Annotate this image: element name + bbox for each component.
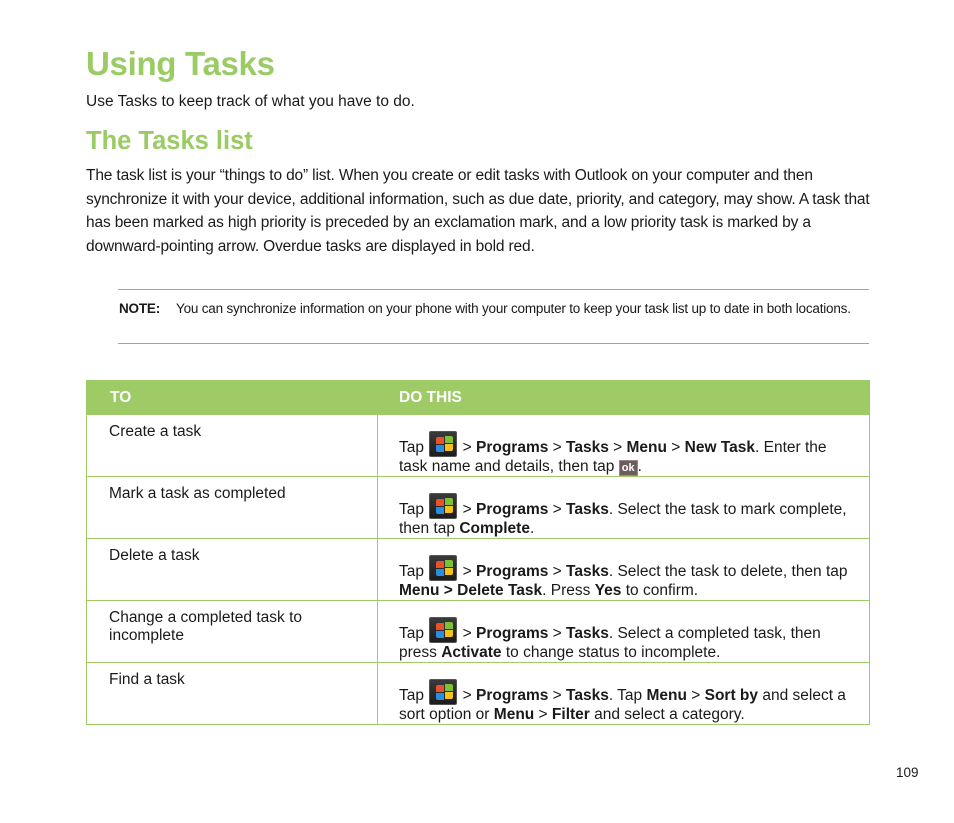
task-instructions-cell: Tap > Programs > Tasks. Select the task … [377, 476, 870, 539]
task-instructions-cell: Tap > Programs > Tasks. Select a complet… [377, 600, 870, 663]
windows-start-icon [429, 493, 458, 519]
table-row: Create a task Tap > Programs > Tasks > Me… [86, 414, 870, 477]
windows-start-icon [429, 679, 458, 705]
table-row: Find a task Tap > Programs > Tasks. Tap M… [86, 662, 870, 725]
task-action-cell: Mark a task as completed [86, 476, 378, 539]
ui-term: Tasks [566, 625, 609, 642]
ui-term: Tasks [566, 501, 609, 518]
note-box: NOTE: You can synchronize information on … [118, 289, 869, 344]
note-text: You can synchronize information on your … [176, 301, 851, 316]
windows-start-icon [429, 617, 458, 643]
table-row: Mark a task as completed Tap > Programs >… [86, 476, 870, 539]
ui-term: Sort by [704, 687, 759, 704]
task-action-cell: Delete a task [86, 538, 378, 601]
ui-term: Menu > Delete Task [399, 582, 543, 599]
task-action-cell: Change a completed task to incomplete [86, 600, 378, 663]
ui-term: Filter [551, 706, 590, 723]
ui-term: Tasks [566, 563, 609, 580]
task-instructions-cell: Tap > Programs > Tasks. Select the task … [377, 538, 870, 601]
ui-term: Menu [626, 439, 667, 456]
section-title: The Tasks list [86, 127, 253, 155]
section-paragraph: The task list is your “things to do” lis… [86, 167, 870, 255]
table-body: Create a task Tap > Programs > Tasks > Me… [86, 414, 870, 725]
page-title: Using Tasks [86, 45, 275, 82]
ui-term: Tasks [566, 687, 609, 704]
ui-term: Programs [475, 563, 549, 580]
ui-term: Yes [594, 582, 622, 599]
ui-term: Programs [475, 625, 549, 642]
task-instructions-cell: Tap > Programs > Tasks. Tap Menu > Sort … [377, 662, 870, 725]
ui-term: Programs [475, 501, 549, 518]
page-number: 109 [896, 765, 919, 780]
ui-term: Complete [459, 520, 530, 537]
task-action-cell: Find a task [86, 662, 378, 725]
windows-start-icon [429, 555, 458, 581]
header-to: TO [86, 380, 378, 415]
ui-term: Programs [475, 439, 549, 456]
task-action-cell: Create a task [86, 414, 378, 477]
windows-start-icon [429, 431, 458, 457]
header-do-this: DO THIS [377, 380, 870, 415]
ui-term: New Task [684, 439, 756, 456]
table-row: Delete a task Tap > Programs > Tasks. Sel… [86, 538, 870, 601]
ui-term: Menu [493, 706, 535, 723]
table-row: Change a completed task to incomplete Tap… [86, 600, 870, 663]
table-header-row: TO DO THIS [86, 380, 870, 415]
ui-term: Menu [646, 687, 687, 704]
ui-term: Programs [475, 687, 549, 704]
ui-term: Activate [441, 644, 502, 661]
ui-term: Tasks [566, 439, 609, 456]
tasks-table: TO DO THIS Create a task Tap > Programs >… [86, 380, 870, 725]
note-label: NOTE: [119, 301, 160, 316]
intro-text: Use Tasks to keep track of what you have… [86, 93, 415, 110]
ok-button-icon: ok [618, 460, 638, 476]
task-instructions-cell: Tap > Programs > Tasks > Menu > New Task… [377, 414, 870, 477]
